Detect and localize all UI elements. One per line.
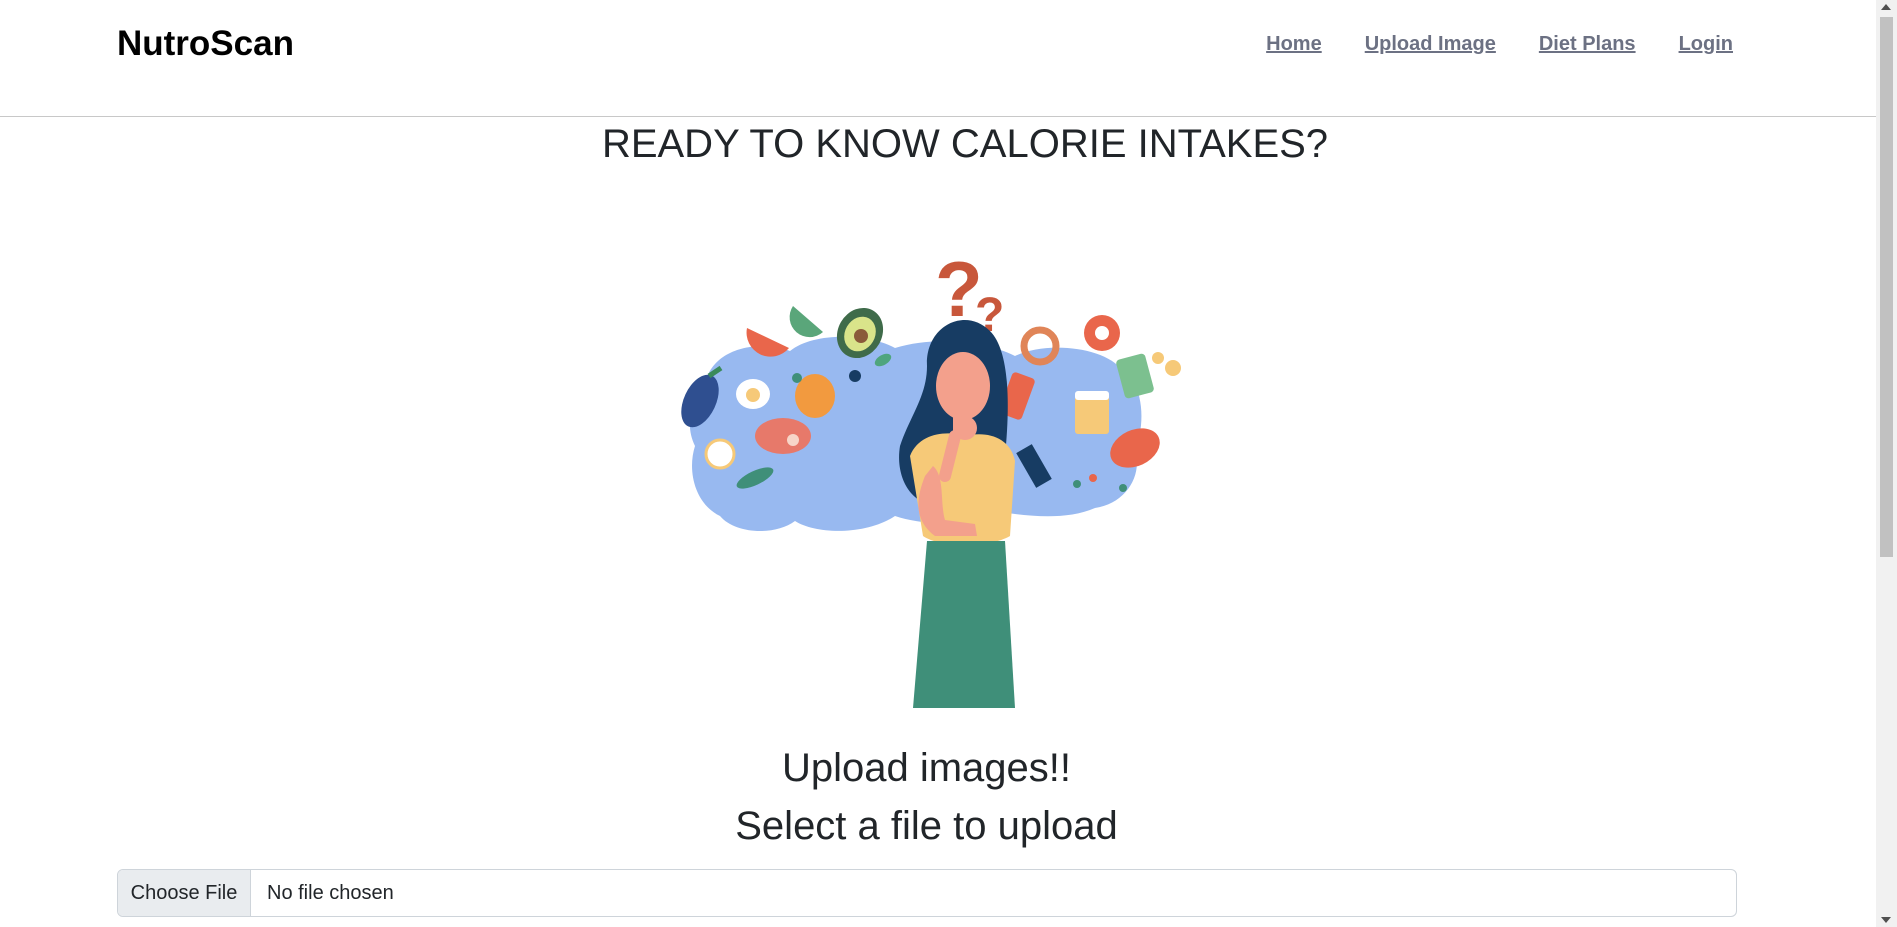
steak-bone <box>787 434 799 446</box>
avocado-pit <box>854 329 868 343</box>
skirt <box>913 541 1015 708</box>
hero-illustration: ? ? <box>665 236 1205 716</box>
donut-hole <box>1095 326 1109 340</box>
upload-subtitle: Select a file to upload <box>735 804 1118 848</box>
file-status-text: No file chosen <box>267 881 394 904</box>
macaroni-icon <box>1165 360 1181 376</box>
navbar: NutroScan Home Upload Image Diet Plans L… <box>0 0 1876 117</box>
confetti-1 <box>1073 480 1081 488</box>
brand-logo[interactable]: NutroScan <box>117 22 294 66</box>
lime-icon <box>789 306 823 338</box>
page: NutroScan Home Upload Image Diet Plans L… <box>0 0 1897 927</box>
nav-link-upload-image[interactable]: Upload Image <box>1365 32 1496 56</box>
nav-link-login[interactable]: Login <box>1679 32 1733 56</box>
upload-title: Upload images!! <box>781 746 1072 790</box>
confetti-3 <box>1119 484 1127 492</box>
beer-foam <box>1075 391 1109 400</box>
dot-decoration <box>792 373 802 383</box>
vertical-scrollbar[interactable] <box>1876 0 1897 927</box>
dot-decoration-2 <box>849 370 861 382</box>
scroll-up-arrow-icon[interactable] <box>1881 4 1891 10</box>
popcorn-icon <box>704 438 736 470</box>
macaroni-2 <box>1152 352 1164 364</box>
choose-file-button[interactable]: Choose File <box>118 870 251 916</box>
woman-thinking-illustration: ? ? <box>681 245 1181 708</box>
nav-links: Home Upload Image Diet Plans Login <box>1266 32 1733 56</box>
scroll-thumb[interactable] <box>1880 17 1893 557</box>
page-headline: READY TO KNOW CALORIE INTAKES? <box>601 122 1329 166</box>
scroll-down-arrow-icon[interactable] <box>1881 917 1891 923</box>
nav-link-home[interactable]: Home <box>1266 32 1322 56</box>
confetti-2 <box>1089 474 1097 482</box>
egg-yolk <box>746 388 760 402</box>
steak-icon <box>755 418 811 454</box>
face <box>936 352 990 420</box>
file-input[interactable]: Choose File No file chosen <box>117 869 1737 917</box>
nav-link-diet-plans[interactable]: Diet Plans <box>1539 32 1636 56</box>
beer-icon <box>1075 396 1109 434</box>
